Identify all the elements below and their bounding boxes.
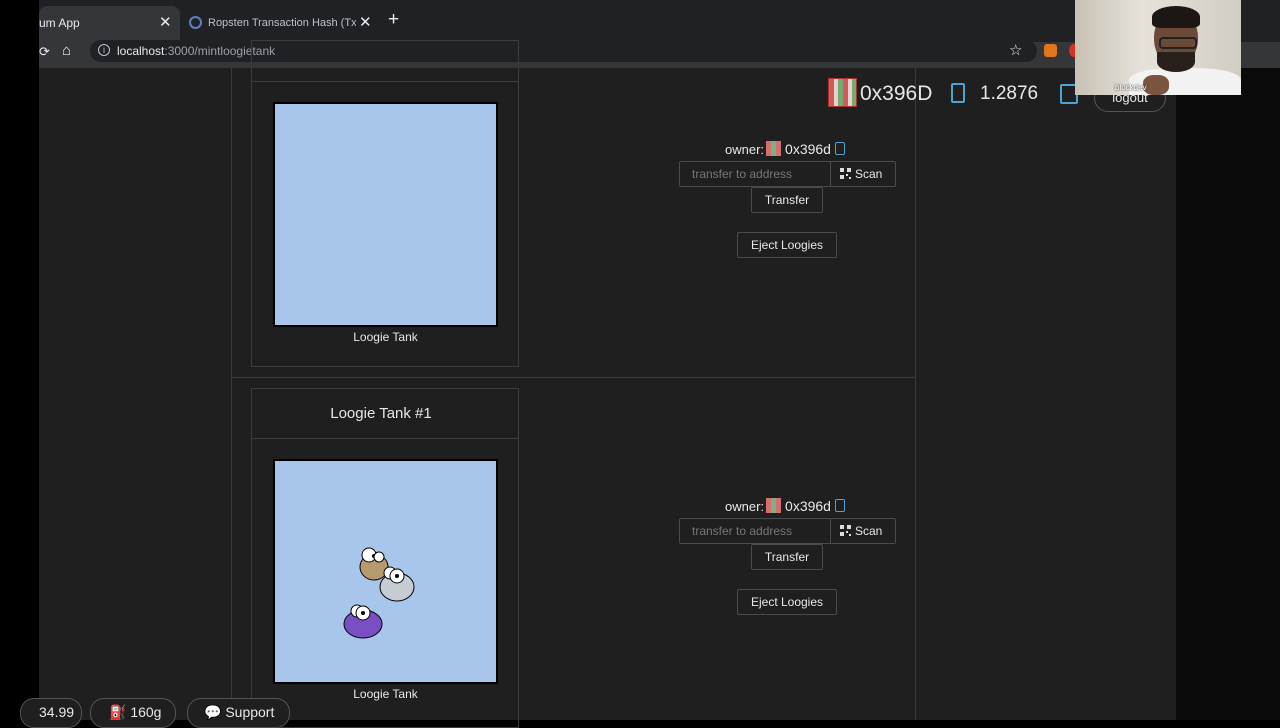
gas-pump-icon: ⛽ (109, 704, 127, 720)
card-header-divider (252, 81, 518, 82)
owner-address: 0x396d (785, 498, 831, 514)
qr-code-icon (840, 525, 851, 536)
account-address[interactable]: 0x396D (860, 82, 932, 106)
metamask-fox-icon[interactable] (1044, 44, 1057, 57)
transfer-button[interactable]: Transfer (751, 544, 823, 570)
eth-price-pill[interactable]: 34.99 (20, 698, 82, 728)
gas-price-pill[interactable]: ⛽ 160g (90, 698, 176, 728)
app-content (39, 68, 1176, 720)
transfer-address-input[interactable]: transfer to address (679, 161, 831, 187)
new-tab-button[interactable]: + (388, 9, 399, 31)
webcam-overlay: blockdev (1075, 0, 1241, 95)
loogie-purple (343, 604, 383, 639)
bookmark-star-icon[interactable]: ☆ (1009, 41, 1022, 59)
account-balance: 1.2876 (980, 83, 1039, 104)
eject-loogies-button[interactable]: Eject Loogies (737, 589, 837, 615)
tank-caption: Loogie Tank (353, 687, 418, 701)
list-border-left (231, 68, 232, 720)
owner-address: 0x396d (785, 141, 831, 157)
support-button[interactable]: 💬 Support (187, 698, 290, 728)
qr-code-icon (840, 168, 851, 179)
tank-caption: Loogie Tank (353, 330, 418, 344)
loogie-tank-image (273, 459, 498, 684)
card-title: Loogie Tank #1 (330, 405, 432, 422)
scan-button[interactable]: Scan (830, 518, 896, 544)
owner-label: owner: (725, 142, 765, 157)
close-tab-icon[interactable]: ✕ (359, 13, 372, 31)
eth-price: 34.99 (39, 704, 75, 720)
loogie-tank-image (273, 102, 498, 327)
blockie-avatar (766, 498, 782, 513)
close-tab-icon[interactable]: ✕ (159, 13, 172, 31)
tab-ropsten[interactable]: Ropsten Transaction Hash (Tx ✕ (186, 6, 376, 42)
page-margin (1176, 68, 1280, 720)
owner-display: owner: 0x396d (725, 498, 845, 514)
info-icon[interactable]: i (98, 44, 110, 56)
owner-label: owner: (725, 499, 765, 514)
speech-bubble-icon: 💬 (204, 704, 222, 720)
reload-icon[interactable]: ⟳ (39, 44, 50, 60)
list-border-right (915, 68, 916, 720)
account-blockie-avatar (828, 78, 857, 107)
list-item-divider (231, 377, 916, 378)
eject-loogies-button[interactable]: Eject Loogies (737, 232, 837, 258)
blockie-avatar (766, 141, 782, 156)
webcam-name: blockdev (1115, 83, 1147, 92)
etherscan-favicon-icon (189, 16, 202, 29)
tab-active[interactable]: um App ✕ (39, 6, 180, 42)
loogie-tank-svg (343, 547, 415, 639)
owner-display: owner: 0x396d (725, 141, 845, 157)
copy-icon[interactable] (834, 499, 845, 512)
loogie-tan (359, 547, 389, 581)
scan-button[interactable]: Scan (830, 161, 896, 187)
loogie-gray (379, 566, 415, 602)
card-header-divider (252, 438, 518, 439)
transfer-button[interactable]: Transfer (751, 187, 823, 213)
copy-address-icon[interactable] (951, 83, 965, 103)
gas-price: 160g (130, 704, 162, 720)
tab-title: um App (39, 16, 80, 30)
transfer-address-input[interactable]: transfer to address (679, 518, 831, 544)
home-icon[interactable]: ⌂ (62, 42, 71, 59)
tab-title: Ropsten Transaction Hash (Tx (208, 17, 356, 29)
copy-icon[interactable] (834, 142, 845, 155)
